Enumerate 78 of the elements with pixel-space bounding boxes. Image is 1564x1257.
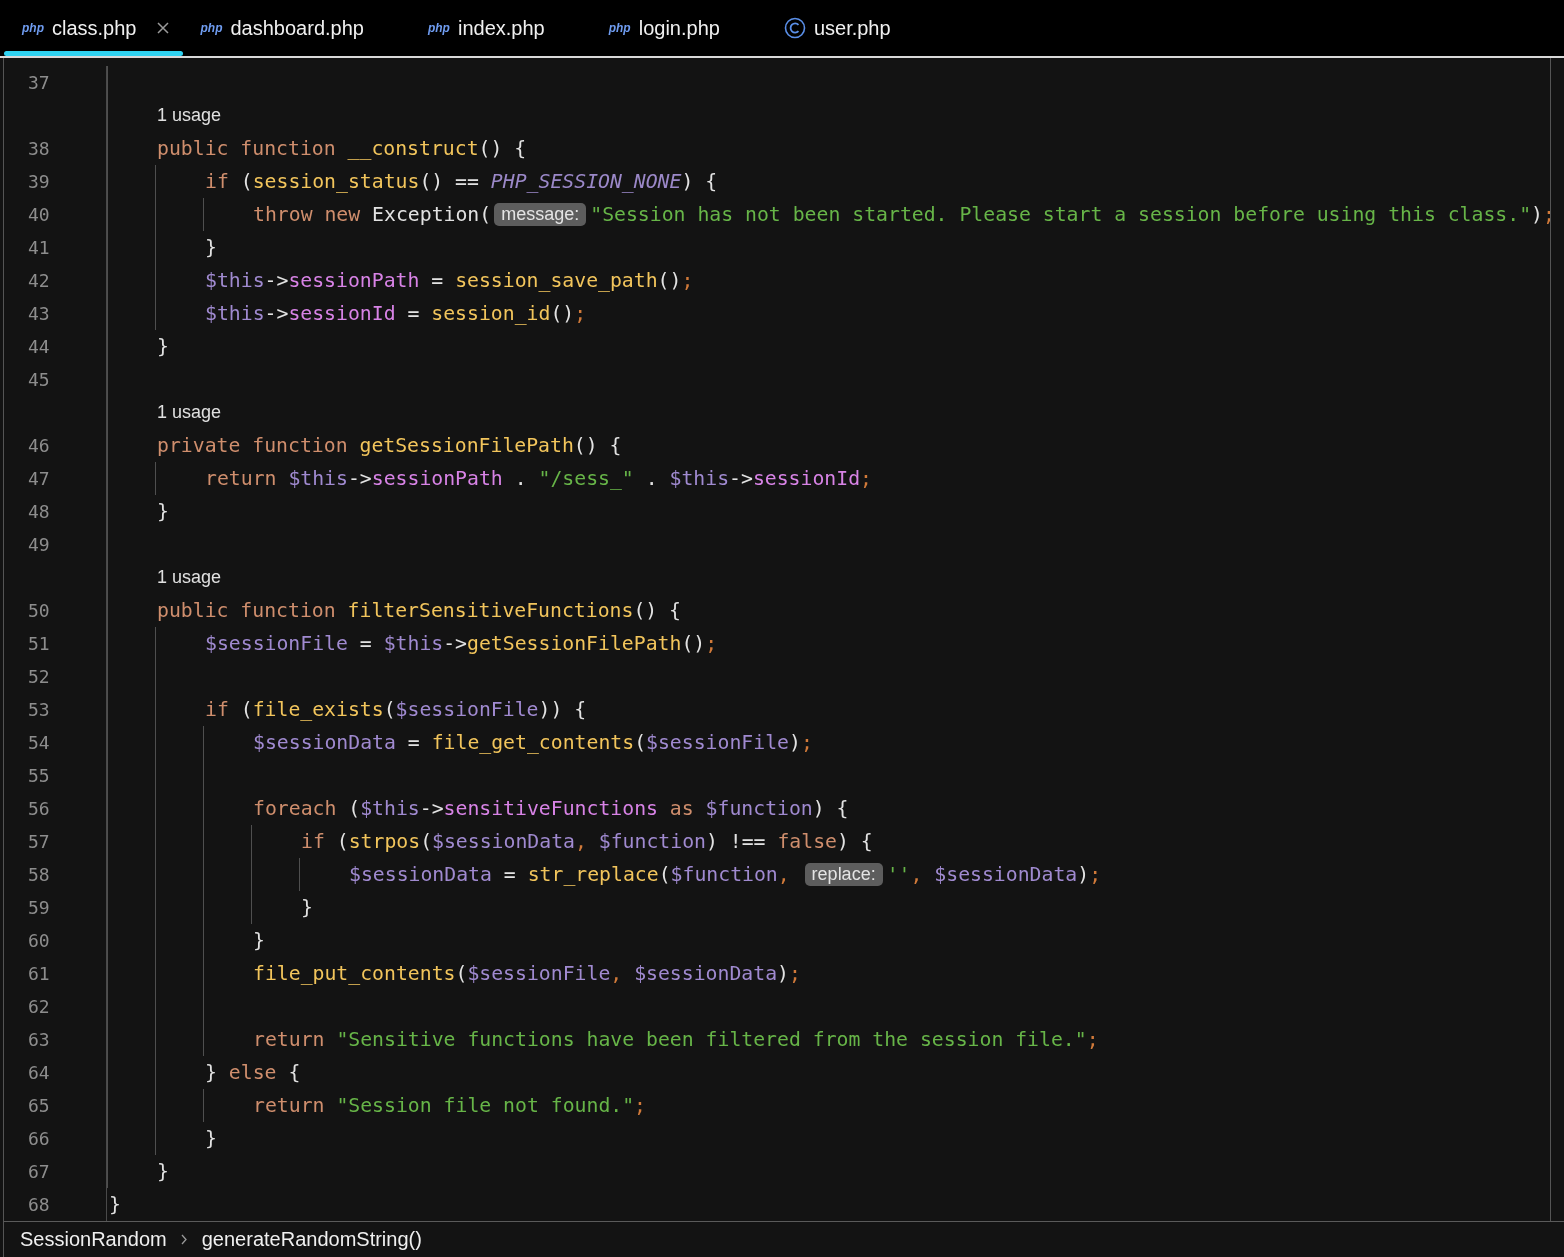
php-file-icon: php [427, 22, 450, 34]
code-text: $sessionFile = $this->getSessionFilePath(); [205, 632, 718, 655]
code-text: } [157, 335, 169, 358]
close-icon[interactable] [156, 22, 169, 34]
line-number: 66 [28, 1127, 50, 1151]
line-number: 41 [28, 236, 50, 260]
code-text: throw new Exception( [253, 203, 492, 226]
code-text: } [205, 1127, 217, 1150]
indent-guide [299, 858, 300, 891]
line-number: 52 [28, 665, 50, 689]
line-number: 53 [28, 698, 50, 722]
line-number: 59 [28, 896, 50, 920]
line-number: 63 [28, 1028, 50, 1052]
indent-guide [203, 198, 204, 231]
line-number: 37 [28, 71, 50, 95]
code-text: return "Sensitive functions have been filtered from the session file."; [253, 1028, 1099, 1051]
code-text: $this->sessionId = session_id(); [205, 302, 587, 325]
usage-hint[interactable]: 1 usage [157, 567, 222, 588]
code-text: } [205, 236, 217, 259]
line-number: 58 [28, 863, 50, 887]
code-text: } else { [205, 1061, 301, 1084]
line-number: 56 [28, 797, 50, 821]
php-file-icon: php [200, 22, 223, 34]
breadcrumb-item[interactable]: generateRandomString() [201, 1228, 422, 1251]
line-number: 65 [28, 1094, 50, 1118]
code-text: public function filterSensitiveFunctions() { [157, 599, 682, 622]
line-number: 55 [28, 764, 50, 788]
code-text: private function getSessionFilePath() { [157, 434, 622, 457]
indent-guide [155, 462, 156, 495]
php-file-icon: php [608, 22, 631, 34]
class-icon [783, 17, 806, 39]
line-number: 48 [28, 500, 50, 524]
code-text: if (session_status() == PHP_SESSION_NONE) { [205, 170, 718, 193]
line-number: 42 [28, 269, 50, 293]
code-text: public function __construct() { [157, 137, 527, 160]
code-text: $sessionData = str_replace($function, [349, 863, 791, 886]
line-number: 50 [28, 599, 50, 623]
line-number: 45 [28, 368, 50, 392]
line-number: 51 [28, 632, 50, 656]
code-text: $this->sessionPath = session_save_path(); [205, 269, 694, 292]
line-number: 60 [28, 929, 50, 953]
line-number: 39 [28, 170, 50, 194]
line-number: 49 [28, 533, 50, 557]
code-text: if (strpos($sessionData, $function) !== false) { [301, 830, 873, 853]
line-number: 61 [28, 962, 50, 986]
code-text: } [253, 929, 265, 952]
parameter-hint: message: [494, 203, 587, 226]
line-number: 67 [28, 1160, 50, 1184]
code-text: } [301, 896, 313, 919]
code-text: $sessionData = file_get_contents($sessionFile); [253, 731, 813, 754]
code-text: } [157, 1160, 169, 1183]
chevron-icon [180, 1234, 188, 1245]
code-text: foreach ($this->sensitiveFunctions as $function) { [253, 797, 849, 820]
code-text: if (file_exists($sessionFile)) { [205, 698, 587, 721]
php-file-icon: php [22, 22, 44, 34]
line-number: 44 [28, 335, 50, 359]
parameter-hint: replace: [804, 863, 883, 886]
code-text: '', $sessionData); [886, 863, 1102, 886]
line-number: 38 [28, 137, 50, 161]
line-number: 46 [28, 434, 50, 458]
line-number: 47 [28, 467, 50, 491]
line-number: 62 [28, 995, 50, 1019]
line-number: 57 [28, 830, 50, 854]
line-number: 43 [28, 302, 50, 326]
code-text: "Session has not been started. Please start a session before using this class."); [590, 203, 1550, 226]
usage-hint[interactable]: 1 usage [157, 105, 222, 126]
breadcrumb-item[interactable]: SessionRandom [20, 1228, 167, 1251]
code-text: file_put_contents($sessionFile, $sessionData); [253, 962, 801, 985]
code-text: } [109, 1193, 121, 1216]
code-text: } [157, 500, 169, 523]
indent-guide [203, 1089, 204, 1122]
line-number: 54 [28, 731, 50, 755]
code-text: return $this->sessionPath . "/sess_" . $this->sessionId; [205, 467, 872, 490]
usage-hint[interactable]: 1 usage [157, 402, 222, 423]
line-number: 68 [28, 1193, 50, 1217]
line-number: 40 [28, 203, 50, 227]
code-text: return "Session file not found."; [253, 1094, 647, 1117]
line-number: 64 [28, 1061, 50, 1085]
